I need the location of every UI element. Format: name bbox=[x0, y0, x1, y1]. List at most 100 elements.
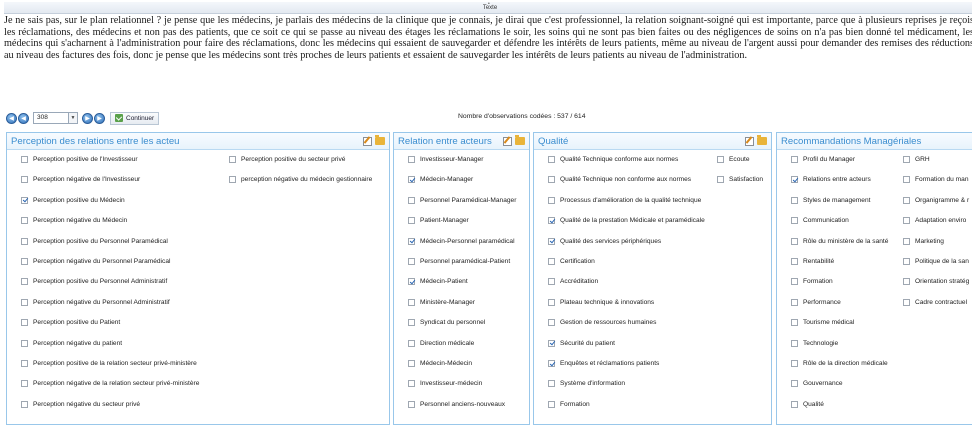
checkbox-checked[interactable] bbox=[408, 237, 415, 245]
checkbox-unchecked[interactable] bbox=[903, 278, 910, 286]
checkbox-unchecked[interactable] bbox=[21, 380, 28, 388]
checkbox-unchecked[interactable] bbox=[903, 176, 910, 184]
checkbox-unchecked[interactable] bbox=[791, 400, 798, 408]
checkbox-unchecked[interactable] bbox=[548, 176, 555, 184]
checkbox-unchecked[interactable] bbox=[21, 278, 28, 286]
next-page-icon[interactable]: ▶ bbox=[82, 112, 93, 124]
checkbox-unchecked[interactable] bbox=[21, 400, 28, 408]
checkbox-unchecked[interactable] bbox=[717, 156, 724, 163]
checkbox-item[interactable]: Perception négative du secteur privé bbox=[21, 400, 140, 408]
checkbox-item[interactable]: Relations entre acteurs bbox=[791, 176, 871, 184]
checkbox-item[interactable]: Qualité Technique non conforme aux norme… bbox=[548, 176, 691, 184]
continue-button[interactable]: Continuer bbox=[110, 111, 160, 125]
checkbox-checked[interactable] bbox=[548, 237, 555, 245]
checkbox-unchecked[interactable] bbox=[408, 217, 415, 225]
checkbox-item[interactable]: Perception positive de la relation secte… bbox=[21, 360, 197, 367]
checkbox-item[interactable]: Personnel paramédical-Patient bbox=[408, 258, 510, 265]
checkbox-unchecked[interactable] bbox=[21, 237, 28, 245]
checkbox-checked[interactable] bbox=[548, 217, 555, 225]
checkbox-item[interactable]: Performance bbox=[791, 298, 841, 306]
checkbox-unchecked[interactable] bbox=[21, 339, 28, 347]
checkbox-unchecked[interactable] bbox=[408, 156, 415, 163]
checkbox-item[interactable]: Qualité Technique conforme aux normes bbox=[548, 156, 678, 163]
checkbox-item[interactable]: Médecin-Médecin bbox=[408, 360, 472, 367]
checkbox-item[interactable]: Perception positive du Personnel Paraméd… bbox=[21, 237, 168, 245]
edit-icon[interactable] bbox=[745, 136, 754, 146]
checkbox-item[interactable]: Politique de la san bbox=[903, 258, 969, 265]
checkbox-unchecked[interactable] bbox=[21, 217, 28, 225]
first-page-icon[interactable]: ◀ bbox=[6, 112, 17, 124]
checkbox-unchecked[interactable] bbox=[408, 196, 415, 204]
checkbox-item[interactable]: Perception négative du patient bbox=[21, 339, 122, 347]
checkbox-item[interactable]: Accréditation bbox=[548, 278, 598, 286]
checkbox-checked[interactable] bbox=[408, 176, 415, 184]
checkbox-item[interactable]: Qualité des services périphériques bbox=[548, 237, 661, 245]
checkbox-item[interactable]: Perception positive du Patient bbox=[21, 319, 120, 327]
checkbox-item[interactable]: Rôle de la direction médicale bbox=[791, 360, 888, 367]
checkbox-unchecked[interactable] bbox=[903, 237, 910, 245]
checkbox-item[interactable]: Adaptation enviro bbox=[903, 217, 966, 225]
checkbox-unchecked[interactable] bbox=[791, 196, 798, 204]
checkbox-checked[interactable] bbox=[408, 278, 415, 286]
checkbox-item[interactable]: Personnel anciens-nouveaux bbox=[408, 400, 505, 408]
checkbox-item[interactable]: Tourisme médical bbox=[791, 319, 854, 327]
checkbox-unchecked[interactable] bbox=[903, 258, 910, 265]
checkbox-item[interactable]: Enquêtes et réclamations patients bbox=[548, 360, 659, 367]
checkbox-item[interactable]: GRH bbox=[903, 156, 930, 163]
checkbox-item[interactable]: Gestion de ressources humaines bbox=[548, 319, 656, 327]
checkbox-item[interactable]: Direction médicale bbox=[408, 339, 474, 347]
checkbox-unchecked[interactable] bbox=[903, 156, 910, 163]
folder-icon[interactable] bbox=[757, 135, 767, 145]
checkbox-item[interactable]: Orientation stratég bbox=[903, 278, 969, 286]
checkbox-unchecked[interactable] bbox=[548, 258, 555, 265]
checkbox-checked[interactable] bbox=[21, 196, 28, 204]
checkbox-item[interactable]: Ministère-Manager bbox=[408, 298, 475, 306]
checkbox-unchecked[interactable] bbox=[21, 156, 28, 163]
edit-icon[interactable] bbox=[503, 136, 512, 146]
checkbox-item[interactable]: Marketing bbox=[903, 237, 944, 245]
checkbox-unchecked[interactable] bbox=[548, 278, 555, 286]
checkbox-unchecked[interactable] bbox=[548, 400, 555, 408]
checkbox-item[interactable]: Syndicat du personnel bbox=[408, 319, 485, 327]
checkbox-item[interactable]: Organigramme & r bbox=[903, 196, 969, 204]
checkbox-unchecked[interactable] bbox=[21, 298, 28, 306]
checkbox-item[interactable]: perception négative du médecin gestionna… bbox=[229, 176, 372, 184]
checkbox-checked[interactable] bbox=[548, 360, 555, 367]
checkbox-item[interactable]: Rentabilité bbox=[791, 258, 834, 265]
checkbox-item[interactable]: Investisseur-Manager bbox=[408, 156, 483, 163]
checkbox-item[interactable]: Technologie bbox=[791, 339, 838, 347]
checkbox-unchecked[interactable] bbox=[791, 298, 798, 306]
checkbox-unchecked[interactable] bbox=[791, 237, 798, 245]
checkbox-item[interactable]: Ecoute bbox=[717, 156, 750, 163]
checkbox-item[interactable]: Processus d'amélioration de la qualité t… bbox=[548, 196, 701, 204]
checkbox-item[interactable]: Plateau technique & innovations bbox=[548, 298, 654, 306]
checkbox-unchecked[interactable] bbox=[548, 196, 555, 204]
checkbox-item[interactable]: Perception négative de l'Investisseur bbox=[21, 176, 140, 184]
last-page-icon[interactable]: ▶ bbox=[94, 112, 105, 124]
checkbox-unchecked[interactable] bbox=[408, 360, 415, 367]
checkbox-checked[interactable] bbox=[791, 176, 798, 184]
checkbox-unchecked[interactable] bbox=[791, 278, 798, 286]
checkbox-item[interactable]: Certification bbox=[548, 258, 595, 265]
checkbox-item[interactable]: Médecin-Manager bbox=[408, 176, 473, 184]
checkbox-unchecked[interactable] bbox=[791, 380, 798, 388]
checkbox-unchecked[interactable] bbox=[408, 298, 415, 306]
checkbox-unchecked[interactable] bbox=[791, 156, 798, 163]
checkbox-item[interactable]: Qualité bbox=[791, 400, 824, 408]
checkbox-item[interactable]: Médecin-Personnel paramédical bbox=[408, 237, 515, 245]
checkbox-unchecked[interactable] bbox=[791, 258, 798, 265]
checkbox-checked[interactable] bbox=[548, 339, 555, 347]
checkbox-item[interactable]: Perception négative du Personnel Paraméd… bbox=[21, 258, 170, 265]
previous-page-icon[interactable]: ◀ bbox=[18, 112, 29, 124]
checkbox-item[interactable]: Cadre contractuel bbox=[903, 298, 967, 306]
checkbox-item[interactable]: Formation du man bbox=[903, 176, 969, 184]
checkbox-unchecked[interactable] bbox=[21, 258, 28, 265]
checkbox-item[interactable]: Formation bbox=[548, 400, 590, 408]
page-number-input[interactable]: 308 bbox=[33, 112, 69, 124]
checkbox-unchecked[interactable] bbox=[903, 196, 910, 204]
checkbox-item[interactable]: Perception négative du Personnel Adminis… bbox=[21, 298, 170, 306]
checkbox-item[interactable]: Perception positive du Médecin bbox=[21, 196, 125, 204]
checkbox-unchecked[interactable] bbox=[408, 380, 415, 388]
checkbox-item[interactable]: Sécurité du patient bbox=[548, 339, 615, 347]
checkbox-item[interactable]: Formation bbox=[791, 278, 833, 286]
